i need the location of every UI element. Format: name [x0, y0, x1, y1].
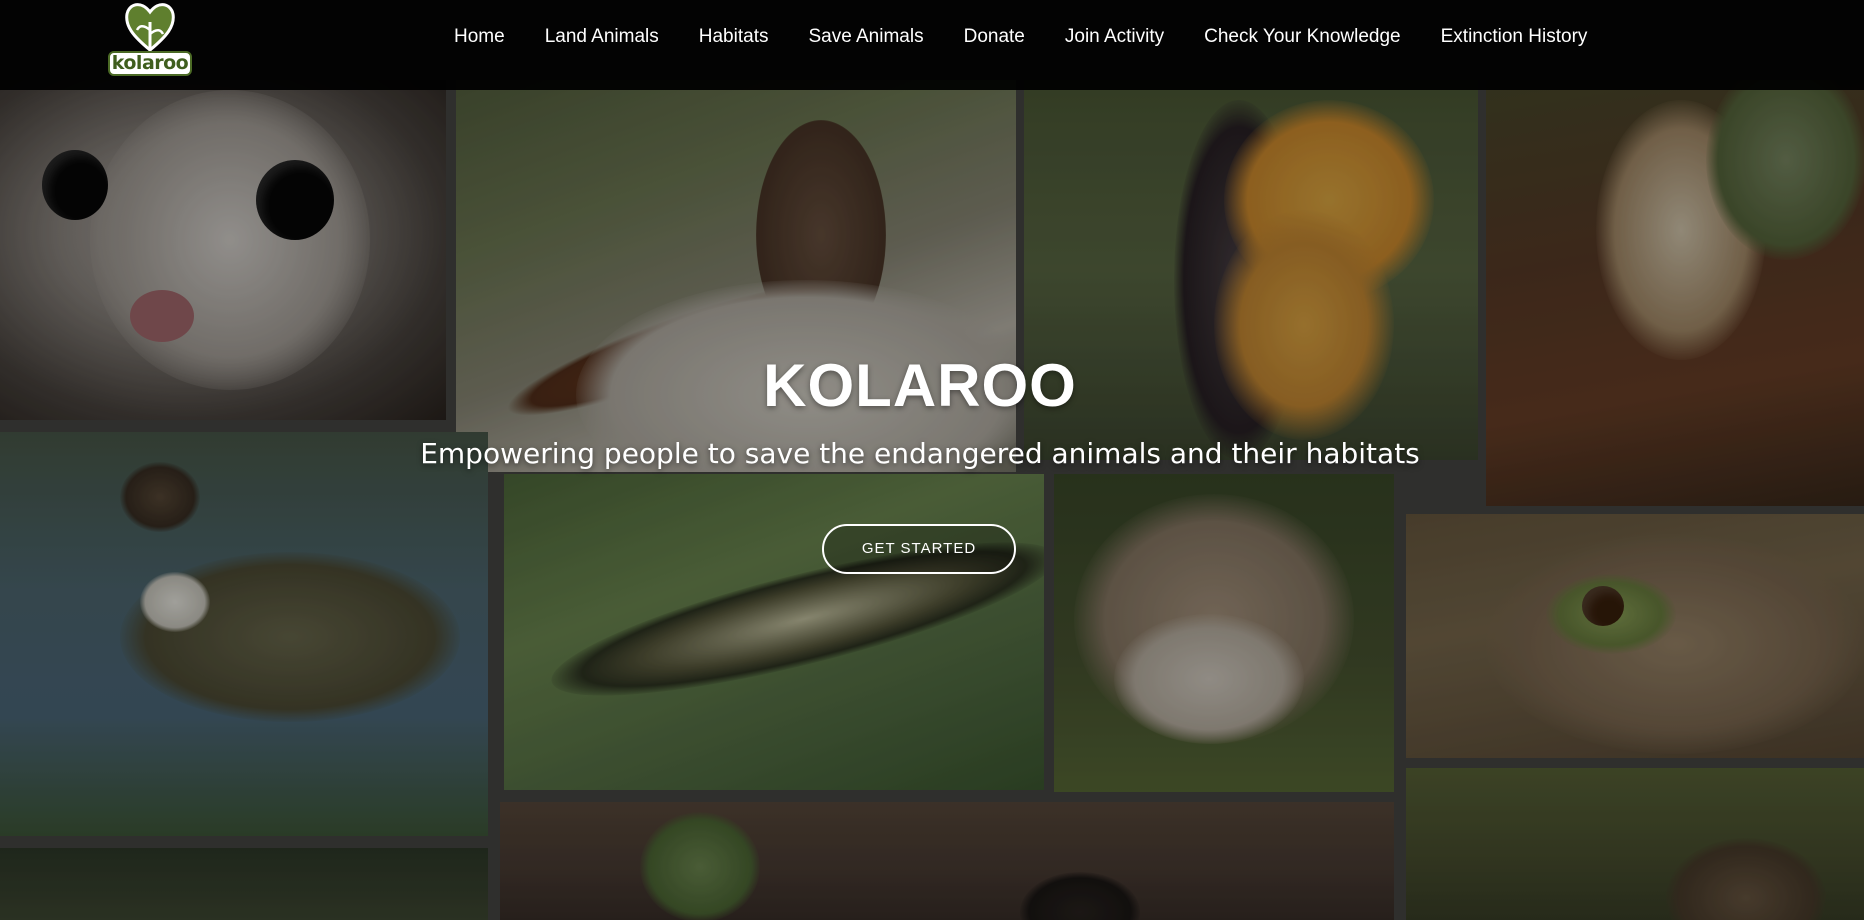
hero-title: KOLAROO — [763, 352, 1077, 419]
nav-extinction-history[interactable]: Extinction History — [1441, 24, 1588, 50]
top-navbar: kolaroo Home Land Animals Habitats Save … — [0, 0, 1864, 90]
nav-donate[interactable]: Donate — [964, 24, 1025, 50]
main-navigation: Home Land Animals Habitats Save Animals … — [454, 24, 1627, 50]
hero-subtitle: Empowering people to save the endangered… — [420, 437, 1420, 470]
nav-save-animals[interactable]: Save Animals — [808, 24, 923, 50]
nav-check-your-knowledge[interactable]: Check Your Knowledge — [1204, 24, 1400, 50]
nav-land-animals[interactable]: Land Animals — [545, 24, 659, 50]
nav-home[interactable]: Home — [454, 24, 505, 50]
nav-habitats[interactable]: Habitats — [699, 24, 769, 50]
logo-wordmark: kolaroo — [108, 51, 192, 76]
get-started-button[interactable]: GET STARTED — [822, 524, 1016, 574]
heart-leaf-icon — [125, 3, 175, 56]
kolaroo-logo[interactable]: kolaroo — [108, 0, 196, 78]
nav-join-activity[interactable]: Join Activity — [1065, 24, 1164, 50]
